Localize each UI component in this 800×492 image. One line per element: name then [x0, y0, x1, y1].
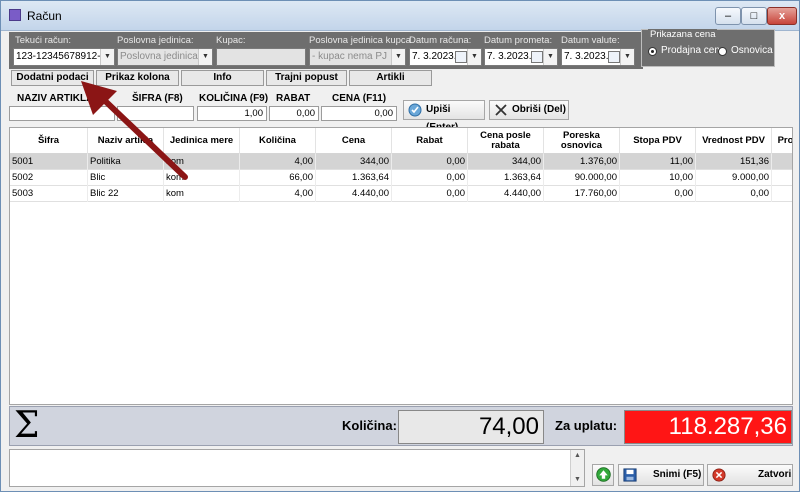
naziv-artikla-label: NAZIV ARTIKLA — [17, 93, 94, 104]
tab-dodatni-podaci[interactable]: Dodatni podaci — [11, 70, 94, 86]
tab-info[interactable]: Info — [181, 70, 264, 86]
chevron-down-icon: ▼ — [467, 49, 481, 65]
rabat-input[interactable]: 0,00 — [269, 106, 319, 121]
save-icon — [623, 468, 637, 482]
close-icon — [712, 468, 726, 482]
sifra-input[interactable] — [117, 106, 194, 121]
col-header[interactable]: Količina — [240, 128, 316, 154]
summary-bar: Σ Količina: 74,00 Za uplatu: 118.287,36 — [9, 406, 793, 446]
datum-valute-picker[interactable]: 7. 3.2023. ▼ — [561, 48, 635, 66]
minimize-button[interactable]: – — [715, 7, 741, 25]
datum-prometa-picker[interactable]: 7. 3.2023. ▼ — [484, 48, 558, 66]
kolicina-label: KOLIČINA (F9) — [199, 93, 269, 104]
zatvori-button[interactable]: Zatvori — [707, 464, 793, 486]
tab-trajni-popust[interactable]: Trajni popust — [266, 70, 347, 86]
note-scrollbar[interactable]: ▲ ▼ — [570, 450, 584, 486]
kolicina-input[interactable]: 1,00 — [197, 106, 267, 121]
datum-valute-label: Datum valute: — [561, 35, 620, 46]
poslovna-jedinica-label: Poslovna jedinica: — [117, 35, 194, 46]
col-header[interactable]: Šifra — [10, 128, 88, 154]
grid-header-row: Šifra Naziv artikla Jedinica mere Količi… — [10, 128, 792, 154]
chevron-down-icon: ▼ — [543, 49, 557, 65]
app-icon — [9, 9, 21, 21]
close-window-button[interactable]: x — [767, 7, 797, 25]
snimi-button-label: Snimi (F5) — [653, 469, 702, 480]
tab-prikaz-kolona[interactable]: Prikaz kolona — [96, 70, 179, 86]
cena-input[interactable]: 0,00 — [321, 106, 397, 121]
pj-kupca-label: Poslovna jedinica kupca — [309, 35, 411, 46]
prodajna-cena-label: Prodajna cena — [661, 45, 726, 56]
prikazana-cena-group: Prikazana cena Prodajna cena Osnovica — [641, 29, 775, 67]
col-header[interactable]: Jedinica mere — [164, 128, 240, 154]
osnovica-radio[interactable] — [718, 47, 727, 56]
cena-label: CENA (F11) — [332, 93, 387, 104]
tab-artikli[interactable]: Artikli — [349, 70, 432, 86]
calendar-icon — [608, 51, 620, 63]
chevron-down-icon: ▼ — [198, 49, 212, 65]
prodajna-cena-radio[interactable] — [648, 47, 657, 56]
chevron-down-icon: ▼ — [620, 49, 634, 65]
kolicina-total-value: 74,00 — [398, 410, 544, 444]
table-row[interactable]: 5001 Politika kom 4,00 344,00 0,00 344,0… — [10, 154, 792, 170]
items-grid[interactable]: Šifra Naziv artikla Jedinica mere Količi… — [9, 127, 793, 405]
obrisi-button[interactable]: Obriši (Del) — [489, 100, 569, 120]
send-up-button[interactable] — [592, 464, 614, 486]
pj-kupca-select[interactable]: - kupac nema PJ ▼ — [309, 48, 406, 66]
datum-prometa-label: Datum prometa: — [484, 35, 553, 46]
col-header[interactable]: Cena — [316, 128, 392, 154]
col-header[interactable]: Vrednost PDV — [696, 128, 772, 154]
col-header[interactable]: Rabat — [392, 128, 468, 154]
kupac-field[interactable] — [216, 48, 306, 66]
rabat-label: RABAT — [276, 93, 311, 104]
invoice-header-panel: Tekući račun: 123-12345678912-12 ▼ Poslov… — [9, 32, 643, 69]
datum-racuna-picker[interactable]: 7. 3.2023. ▼ — [409, 48, 482, 66]
table-row[interactable]: 5002 Blic kom 66,00 1.363,64 0,00 1.363,… — [10, 170, 792, 186]
sifra-label: ŠIFRA (F8) — [132, 93, 183, 104]
scroll-up-icon[interactable]: ▲ — [571, 450, 584, 462]
calendar-icon — [531, 51, 543, 63]
chevron-down-icon: ▼ — [391, 49, 405, 65]
sigma-icon: Σ — [14, 405, 40, 446]
maximize-button[interactable]: □ — [741, 7, 767, 25]
snimi-button[interactable]: Snimi (F5) — [618, 464, 704, 486]
col-header[interactable]: Cena posle rabata — [468, 128, 544, 154]
prikazana-cena-title: Prikazana cena — [648, 29, 718, 40]
invoice-window: Račun – □ x Tekući račun: 123-1234567891… — [0, 0, 800, 492]
poslovna-jedinica-select[interactable]: Poslovna jedinica 1 ▼ — [117, 48, 213, 66]
datum-racuna-label: Datum računa: — [409, 35, 472, 46]
delete-x-icon — [495, 104, 507, 116]
arrow-up-icon — [596, 467, 611, 482]
osnovica-label: Osnovica — [731, 45, 773, 56]
calendar-icon — [455, 51, 467, 63]
za-uplatu-value: 118.287,36 — [624, 410, 792, 444]
scroll-down-icon[interactable]: ▼ — [571, 474, 584, 486]
kolicina-total-label: Količina: — [342, 418, 397, 433]
chevron-down-icon: ▼ — [100, 49, 114, 65]
tekuci-racun-label: Tekući račun: — [15, 35, 71, 46]
zatvori-button-label: Zatvori — [758, 469, 792, 480]
title-bar: Račun – □ x — [1, 1, 799, 31]
note-textarea[interactable]: ▲ ▼ — [9, 449, 585, 487]
col-header[interactable]: Naziv artikla — [88, 128, 164, 154]
za-uplatu-label: Za uplatu: — [555, 418, 618, 433]
obrisi-button-label: Obriši (Del) — [512, 104, 566, 115]
tekuci-racun-select[interactable]: 123-12345678912-12 ▼ — [13, 48, 115, 66]
window-title: Račun — [27, 9, 62, 23]
naziv-artikla-input[interactable] — [9, 106, 115, 121]
upisi-button[interactable]: Upiši (Enter) — [403, 100, 485, 133]
col-header[interactable]: Poreska osnovica — [544, 128, 620, 154]
kupac-label: Kupac: — [216, 35, 246, 46]
col-header[interactable]: Stopa PDV — [620, 128, 696, 154]
col-header[interactable]: Pro — [772, 128, 792, 154]
upisi-icon — [408, 103, 422, 117]
table-row[interactable]: 5003 Blic 22 kom 4,00 4.440,00 0,00 4.44… — [10, 186, 792, 202]
